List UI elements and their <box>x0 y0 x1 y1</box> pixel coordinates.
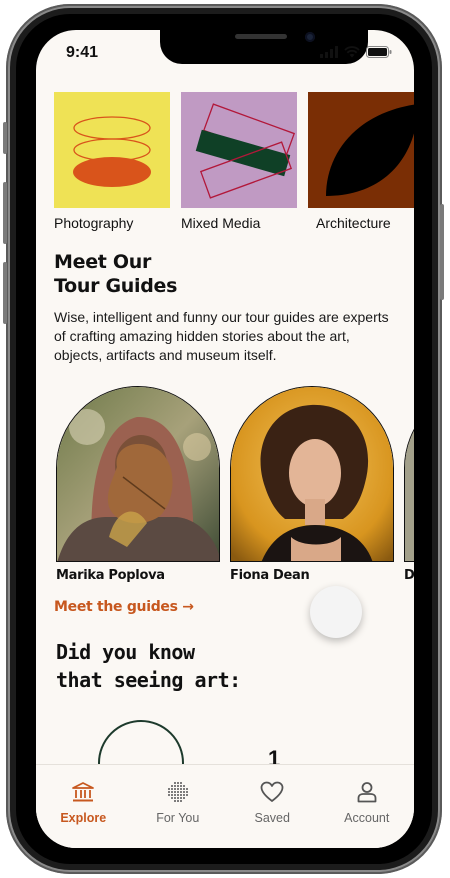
guides-carousel[interactable]: Marika Poplova Fiona Dean D <box>56 386 414 586</box>
facts-title-line2: that seeing art: <box>56 668 241 692</box>
category-label: Architecture <box>316 215 391 231</box>
dots-grid-icon <box>166 779 190 805</box>
signal-icon <box>320 46 338 58</box>
guides-title-line2: Tour Guides <box>54 275 178 297</box>
tab-label: Saved <box>254 811 290 825</box>
category-mixed-media[interactable]: Mixed Media <box>181 92 297 231</box>
tab-explore[interactable]: Explore <box>36 765 131 848</box>
category-architecture[interactable]: Architecture <box>308 92 414 231</box>
guide-name: Marika Poplova <box>56 568 165 583</box>
meet-the-guides-link[interactable]: Meet the guides → <box>54 599 194 615</box>
phone-screen: 9:41 Photography Mixed Media Architectur… <box>36 30 414 848</box>
category-label: Photography <box>54 215 134 231</box>
guide-name: D <box>404 568 414 583</box>
explore-content: Photography Mixed Media Architecture Mee… <box>36 30 414 848</box>
volume-down-button <box>3 262 7 324</box>
tab-label: Account <box>344 811 390 825</box>
volume-up-button <box>3 182 7 244</box>
status-time: 9:41 <box>66 44 99 61</box>
tab-for-you[interactable]: For You <box>131 765 226 848</box>
heart-icon <box>260 779 284 805</box>
guide-photo <box>56 386 220 562</box>
status-icons <box>320 46 392 58</box>
guides-description: Wise, intelligent and funny our tour gui… <box>54 309 389 363</box>
did-you-know-title: Did you know that seeing art: <box>56 638 241 694</box>
category-carousel[interactable]: Photography Mixed Media Architecture <box>54 92 414 242</box>
guide-card-fiona[interactable]: Fiona Dean <box>230 386 394 583</box>
wifi-icon <box>344 46 360 58</box>
bottom-tab-bar: Explore For You Saved Account <box>36 764 414 848</box>
power-button <box>440 204 444 300</box>
floating-action-button[interactable] <box>310 586 362 638</box>
person-icon <box>356 779 378 805</box>
guides-section-title: Meet Our Tour Guides <box>54 250 177 298</box>
tab-label: For You <box>156 811 200 825</box>
front-camera <box>305 32 315 42</box>
mixed-media-artwork <box>181 92 297 208</box>
mute-switch <box>3 122 7 154</box>
guide-photo <box>404 386 414 562</box>
guide-card-marika[interactable]: Marika Poplova <box>56 386 220 583</box>
category-label: Mixed Media <box>181 215 261 231</box>
tab-account[interactable]: Account <box>320 765 415 848</box>
speaker-grille <box>235 34 287 39</box>
architecture-artwork <box>308 92 414 208</box>
facts-title-line1: Did you know <box>56 640 195 664</box>
museum-icon <box>71 779 95 805</box>
guide-name: Fiona Dean <box>230 568 310 583</box>
tab-saved[interactable]: Saved <box>225 765 320 848</box>
battery-icon <box>366 46 392 58</box>
guides-title-line1: Meet Our <box>54 251 152 273</box>
guide-photo <box>230 386 394 562</box>
photography-artwork <box>54 92 170 208</box>
tab-label: Explore <box>60 811 107 825</box>
category-photography[interactable]: Photography <box>54 92 170 231</box>
guide-card-partial[interactable]: D <box>404 386 414 583</box>
